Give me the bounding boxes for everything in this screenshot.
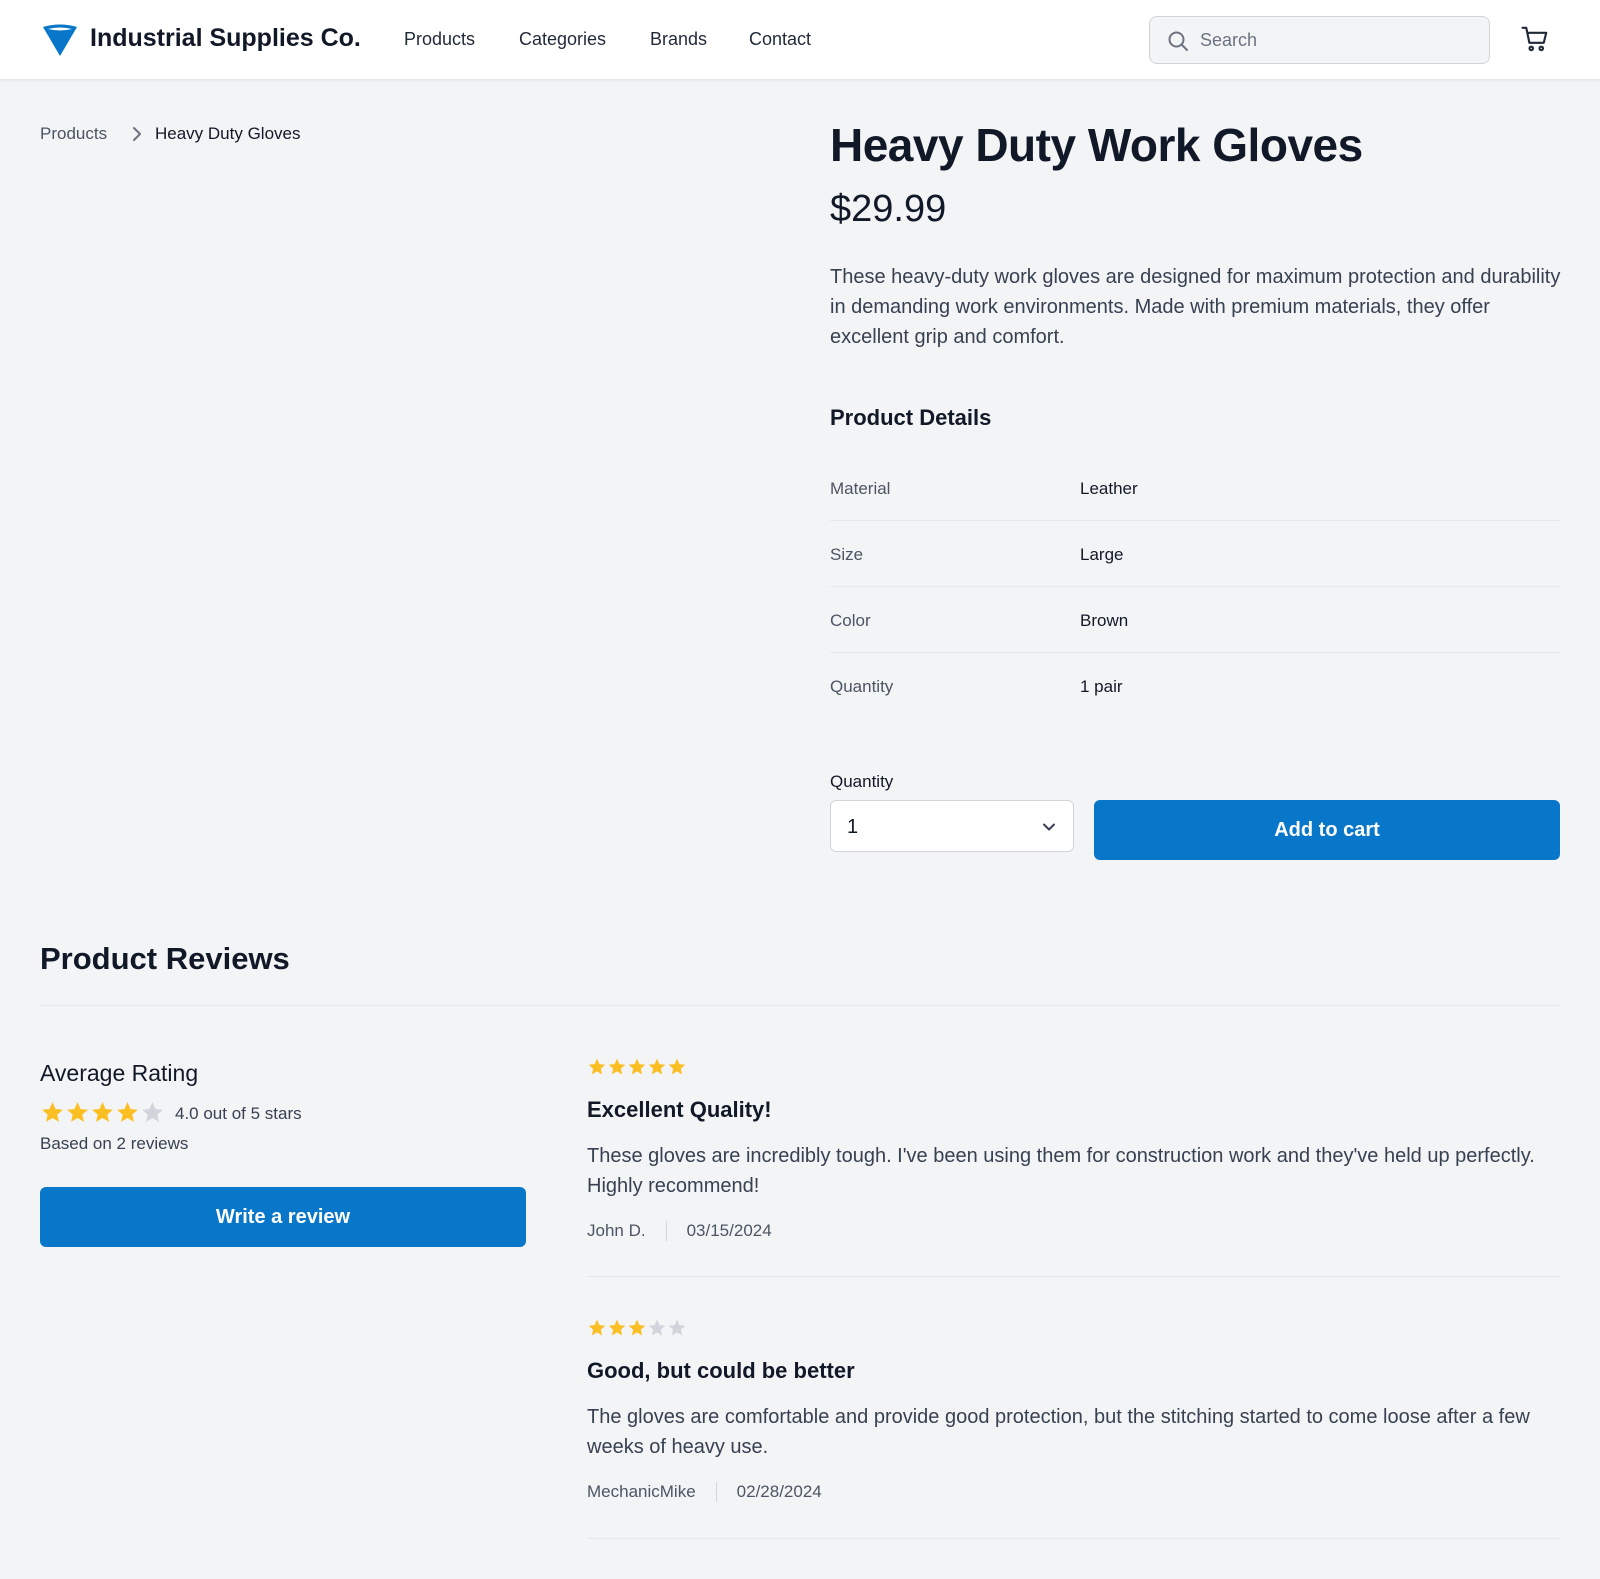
review-item: Good, but could be better The gloves are…	[587, 1318, 1560, 1539]
review-author: John D.	[587, 1221, 646, 1240]
add-to-cart-button[interactable]: Add to cart	[1094, 800, 1560, 860]
star-empty-icon	[668, 1319, 686, 1336]
nav-categories[interactable]: Categories	[519, 29, 606, 50]
product-title: Heavy Duty Work Gloves	[830, 119, 1363, 171]
detail-row-material: Material Leather	[830, 455, 1560, 521]
star-filled-icon	[92, 1102, 113, 1122]
detail-row-size: Size Large	[830, 521, 1560, 587]
review-meta: MechanicMike 02/28/2024	[587, 1482, 822, 1502]
average-rating-stars	[40, 1100, 165, 1126]
product-description: These heavy-duty work gloves are designe…	[830, 266, 1561, 348]
star-filled-icon	[42, 1102, 63, 1122]
star-filled-icon	[648, 1058, 666, 1075]
star-empty-icon	[648, 1319, 666, 1336]
meta-divider	[665, 1221, 667, 1241]
product-price: $29.99	[830, 188, 947, 230]
reviews-heading: Product Reviews	[40, 941, 290, 976]
review-item: Excellent Quality! These gloves are incr…	[587, 1057, 1560, 1277]
star-filled-icon	[117, 1102, 138, 1122]
nav-contact[interactable]: Contact	[749, 29, 811, 50]
nav-brands[interactable]: Brands	[650, 29, 707, 50]
detail-value: Leather	[1080, 479, 1138, 498]
quantity-label: Quantity	[830, 772, 894, 791]
quantity-value: 1	[847, 816, 859, 838]
search-icon	[1168, 31, 1188, 51]
star-filled-icon	[67, 1102, 88, 1122]
funnel-logo-icon[interactable]	[40, 20, 80, 60]
star-filled-icon	[588, 1058, 606, 1075]
review-count: Based on 2 reviews	[40, 1134, 189, 1153]
review-title: Good, but could be better	[587, 1358, 855, 1383]
average-rating-text: 4.0 out of 5 stars	[175, 1104, 302, 1123]
detail-key: Quantity	[830, 677, 894, 696]
chevron-down-icon	[1043, 823, 1055, 831]
star-filled-icon	[628, 1319, 646, 1336]
review-author: MechanicMike	[587, 1482, 696, 1501]
search-box	[1149, 16, 1490, 64]
search-input[interactable]	[1200, 25, 1475, 55]
breadcrumb-products[interactable]: Products	[40, 124, 107, 144]
review-body: These gloves are incredibly tough. I've …	[587, 1145, 1535, 1197]
write-review-button[interactable]: Write a review	[40, 1187, 526, 1247]
chevron-right-icon	[133, 127, 141, 141]
nav-products[interactable]: Products	[404, 29, 475, 50]
star-filled-icon	[628, 1058, 646, 1075]
detail-key: Size	[830, 545, 864, 564]
star-filled-icon	[608, 1058, 626, 1075]
cart-icon[interactable]	[1520, 24, 1550, 54]
detail-value: Large	[1080, 545, 1124, 564]
reviews-divider	[40, 1005, 1560, 1006]
site-header: Industrial Supplies Co. Products Categor…	[0, 0, 1600, 80]
star-filled-icon	[608, 1319, 626, 1336]
review-date: 02/28/2024	[736, 1482, 822, 1501]
detail-key: Material	[830, 479, 891, 498]
review-stars	[587, 1057, 687, 1077]
star-filled-icon	[668, 1058, 686, 1075]
star-empty-icon	[142, 1102, 163, 1122]
detail-value: Brown	[1080, 611, 1129, 630]
average-rating-title: Average Rating	[40, 1060, 199, 1086]
detail-row-color: Color Brown	[830, 587, 1560, 653]
review-stars	[587, 1318, 687, 1338]
star-filled-icon	[588, 1319, 606, 1336]
product-details-heading: Product Details	[830, 405, 992, 430]
breadcrumb-current: Heavy Duty Gloves	[155, 124, 301, 143]
meta-divider	[715, 1482, 717, 1502]
review-body: The gloves are comfortable and provide g…	[587, 1406, 1530, 1458]
brand-name[interactable]: Industrial Supplies Co.	[90, 24, 361, 53]
detail-value: 1 pair	[1080, 677, 1123, 696]
quantity-select[interactable]: 1	[830, 800, 1074, 852]
review-meta: John D. 03/15/2024	[587, 1221, 772, 1241]
review-title: Excellent Quality!	[587, 1097, 772, 1122]
detail-row-quantity: Quantity 1 pair	[830, 653, 1560, 719]
product-details-table: Material Leather Size Large Color Brown …	[830, 455, 1560, 719]
detail-key: Color	[830, 611, 871, 630]
review-date: 03/15/2024	[686, 1221, 772, 1240]
